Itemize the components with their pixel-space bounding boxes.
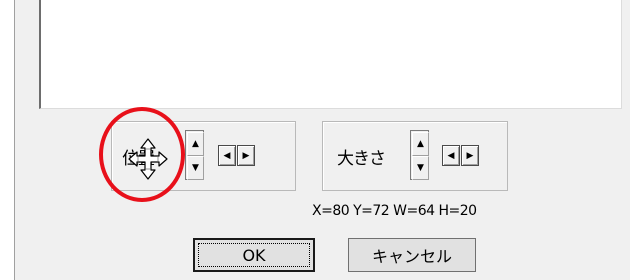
arrow-up-icon: ▲	[192, 139, 199, 149]
size-label: 大きさ	[337, 149, 386, 169]
arrow-left-icon: ◀	[223, 150, 231, 161]
size-left-button[interactable]: ◀	[442, 145, 460, 166]
position-down-button[interactable]: ▼	[187, 156, 204, 180]
size-up-button[interactable]: ▲	[412, 132, 429, 156]
ok-button[interactable]: OK	[193, 238, 315, 272]
arrow-left-icon: ◀	[447, 150, 455, 161]
position-left-button[interactable]: ◀	[218, 145, 236, 166]
arrow-right-icon: ▶	[242, 150, 250, 161]
position-right-button[interactable]: ▶	[237, 145, 255, 166]
position-up-button[interactable]: ▲	[187, 132, 204, 156]
geometry-readout: X=80 Y=72 W=64 H=20	[312, 203, 477, 219]
arrow-down-icon: ▼	[192, 163, 199, 173]
arrow-up-icon: ▲	[417, 139, 424, 149]
arrow-right-icon: ▶	[466, 150, 474, 161]
highlight-circle	[99, 107, 185, 202]
position-vertical-spinner[interactable]: ▲ ▼	[185, 130, 204, 180]
size-vertical-spinner[interactable]: ▲ ▼	[410, 130, 429, 180]
cancel-button-label: キャンセル	[371, 247, 452, 266]
size-down-button[interactable]: ▼	[412, 156, 429, 180]
arrow-down-icon: ▼	[417, 163, 424, 173]
size-group: 大きさ ▲ ▼ ◀ ▶	[322, 121, 508, 191]
focus-rectangle	[198, 243, 310, 267]
cancel-button[interactable]: キャンセル	[348, 238, 476, 272]
size-right-button[interactable]: ▶	[461, 145, 479, 166]
preview-area	[39, 0, 622, 109]
